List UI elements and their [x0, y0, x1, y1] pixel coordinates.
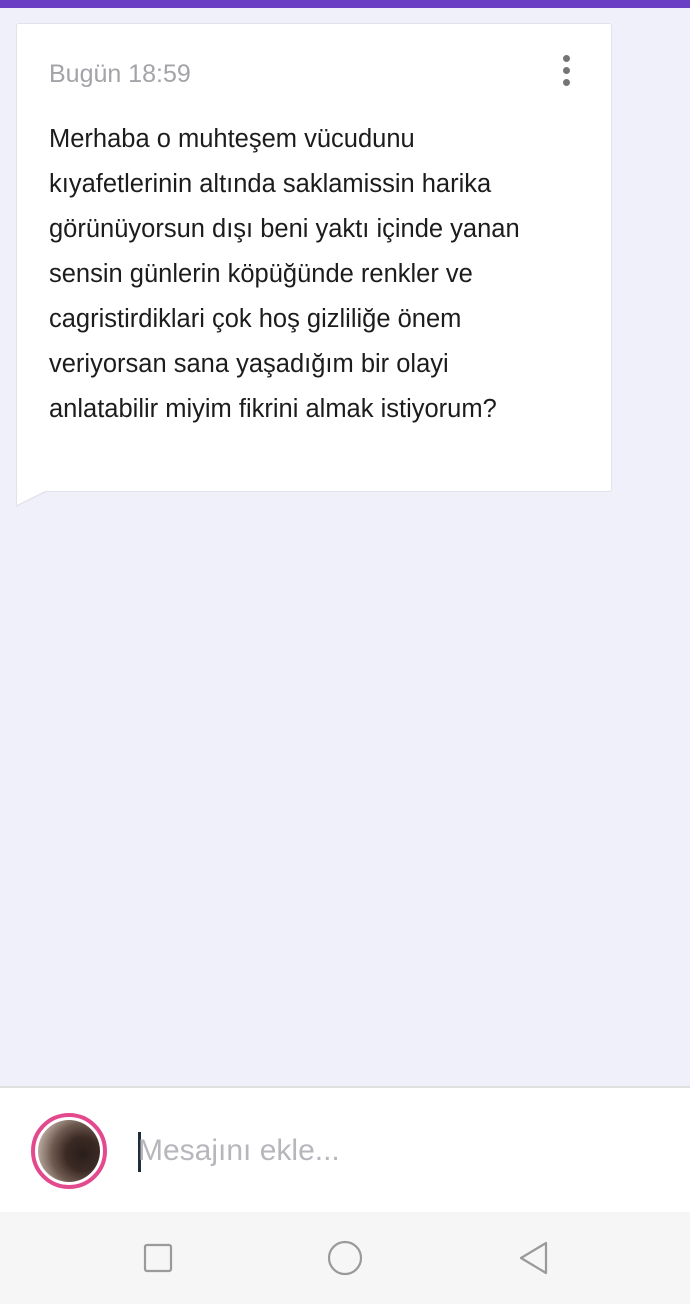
top-accent-bar: [0, 0, 690, 8]
message-body: Merhaba o muhteşem vücudunu kıyafetlerin…: [49, 125, 520, 423]
recent-apps-button[interactable]: [138, 1238, 178, 1278]
message-timestamp: Bugün 18:59: [49, 60, 191, 88]
message-input[interactable]: [138, 1128, 638, 1174]
back-button[interactable]: [514, 1238, 554, 1278]
home-button[interactable]: [325, 1238, 365, 1278]
avatar[interactable]: [31, 1113, 107, 1189]
more-vertical-icon-dot: [562, 66, 570, 74]
message-composer: [0, 1086, 690, 1212]
avatar-photo: [38, 1120, 100, 1182]
more-vertical-icon-dot: [562, 78, 570, 86]
more-vertical-icon: [562, 54, 570, 62]
square-icon: [143, 1243, 173, 1273]
message-card-tail-fill: [17, 491, 45, 505]
system-nav-bar: [0, 1212, 690, 1304]
triangle-back-icon: [519, 1241, 548, 1275]
message-card: Bugün 18:59 Merhaba o muhteşem vücudunu …: [16, 23, 612, 507]
more-options-button[interactable]: [552, 50, 580, 90]
circle-icon: [327, 1240, 363, 1276]
